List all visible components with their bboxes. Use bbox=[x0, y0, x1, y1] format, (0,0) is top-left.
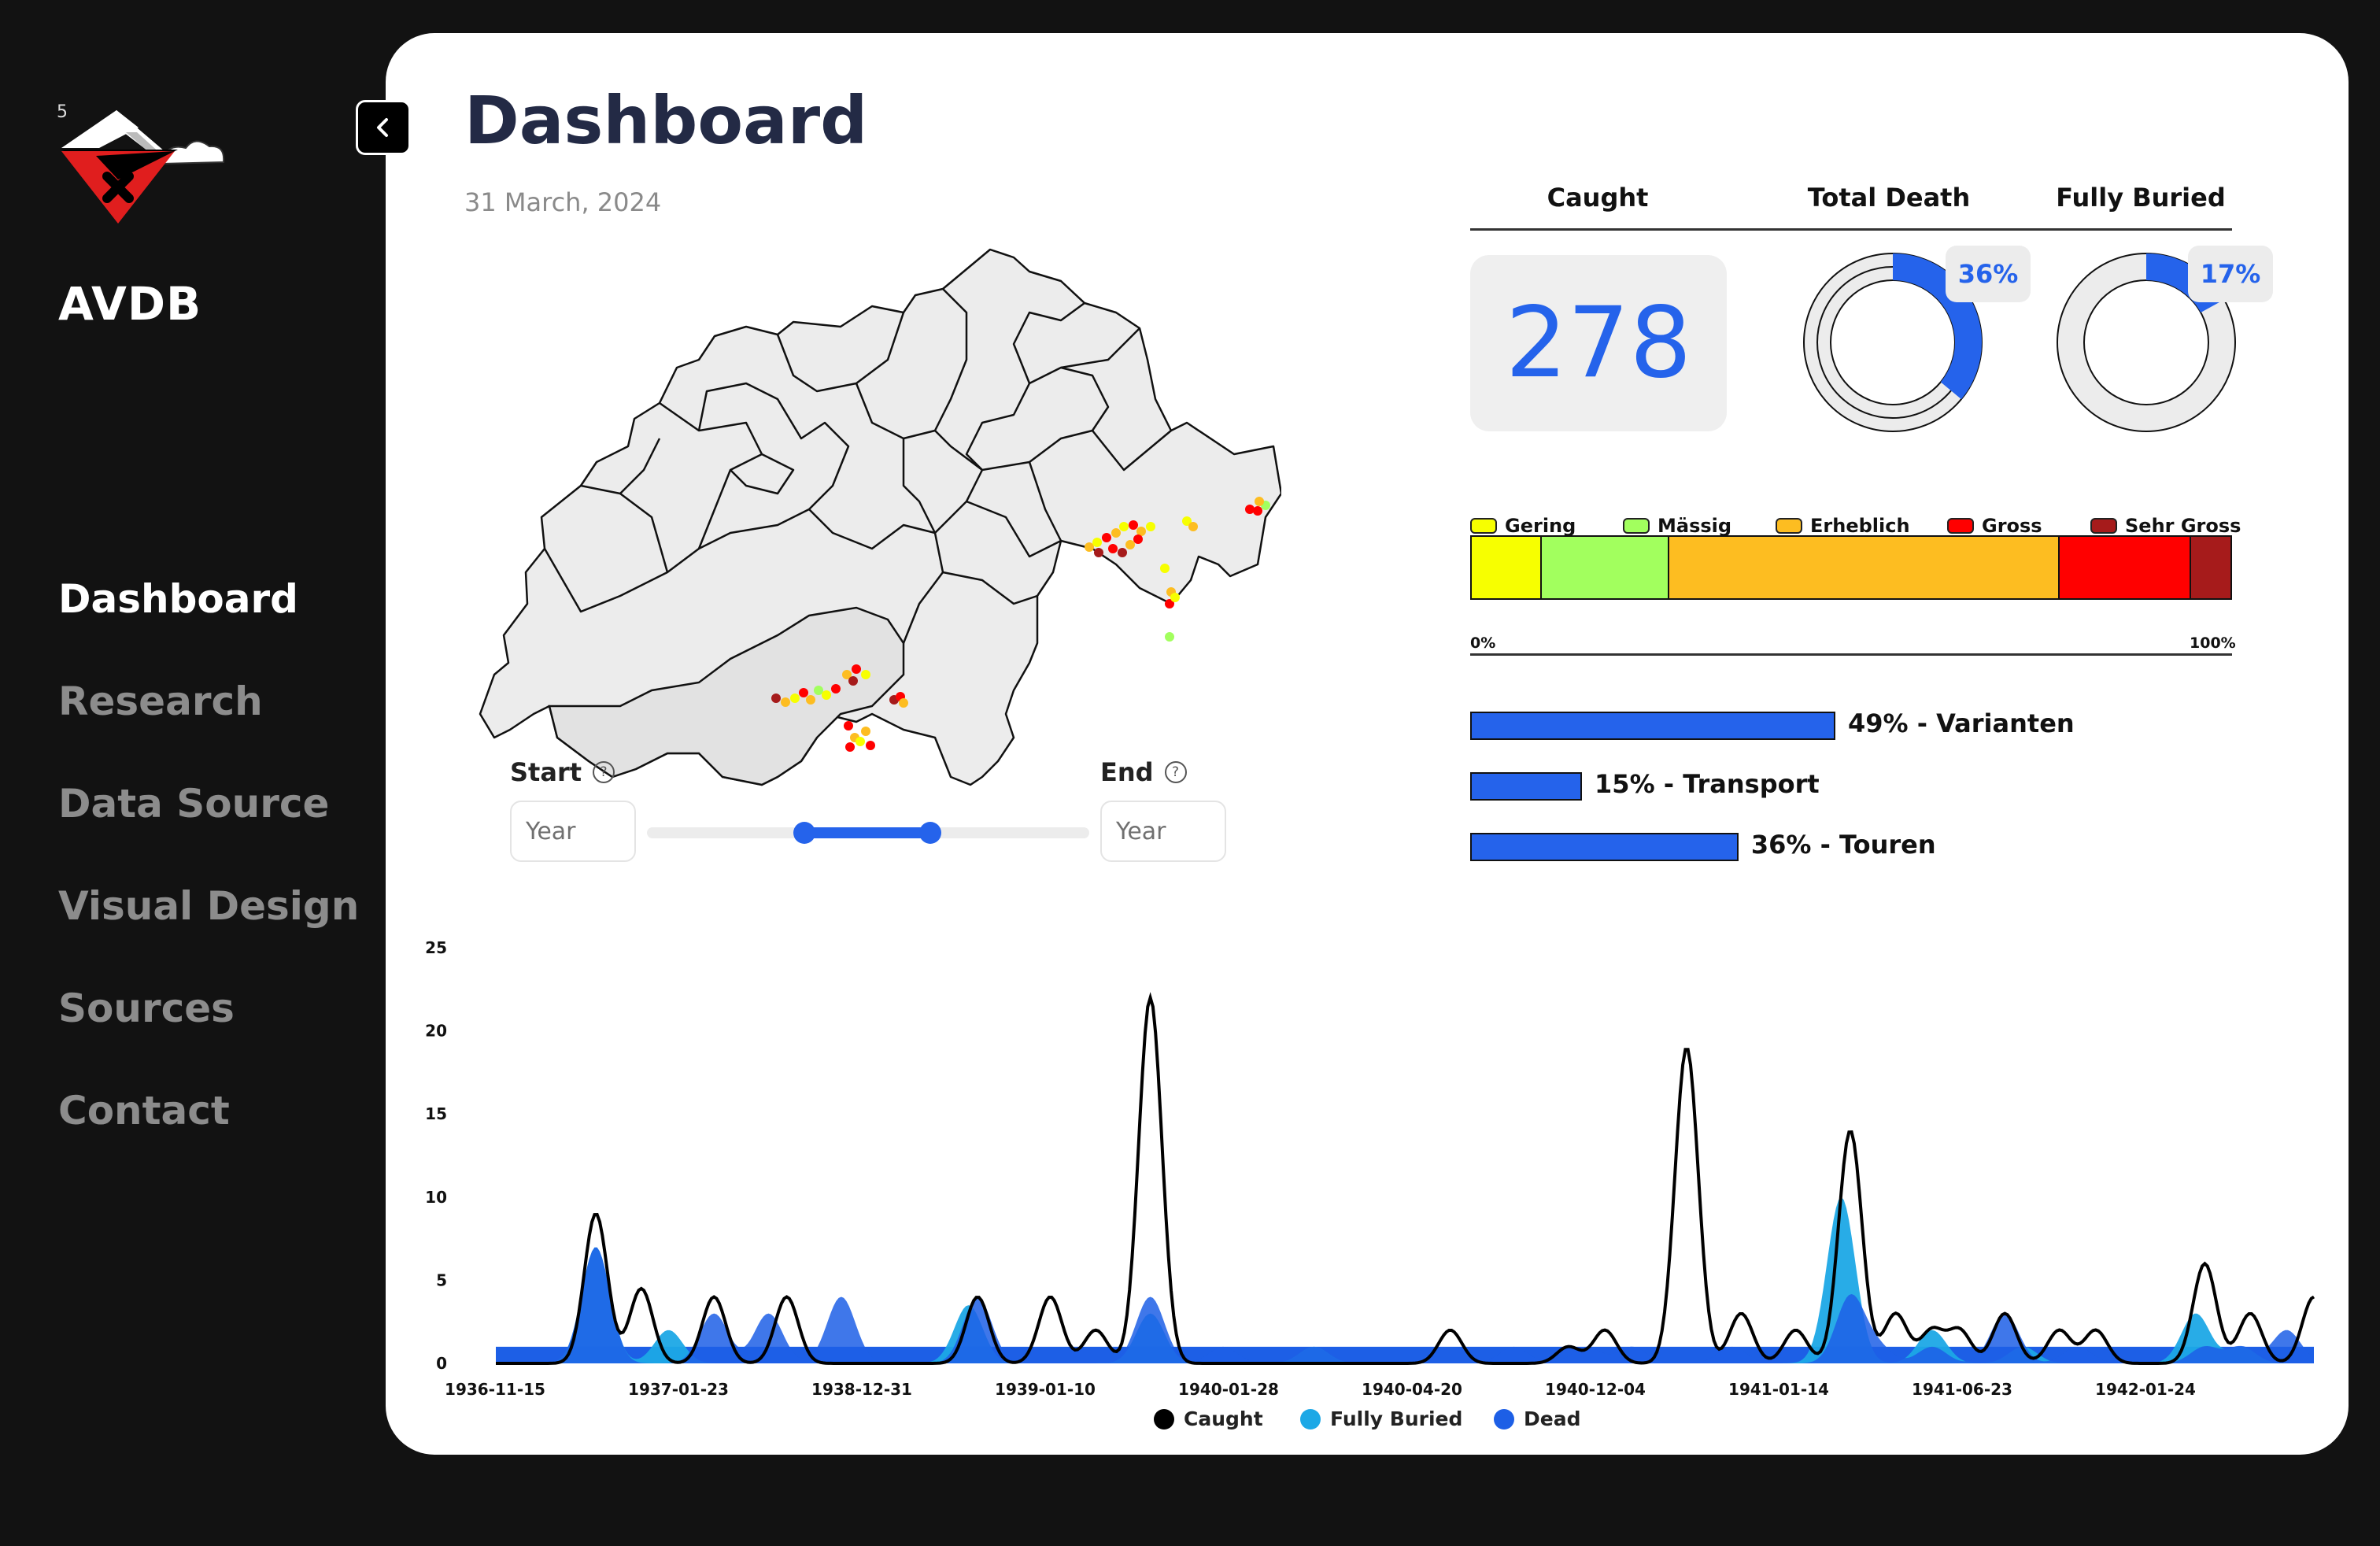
activity-label-transport: 15% - Transport bbox=[1595, 769, 1820, 799]
sidebar-item-visual-design[interactable]: Visual Design bbox=[58, 878, 359, 981]
series-line-caught bbox=[496, 992, 2315, 1365]
page-title: Dashboard bbox=[464, 82, 868, 159]
danger-segment-erheblich bbox=[1669, 537, 2060, 598]
y-tick-label: 25 bbox=[425, 938, 447, 957]
total-death-heading: Total Death bbox=[1807, 183, 1971, 213]
sidebar-item-research[interactable]: Research bbox=[58, 674, 359, 776]
chevron-left-icon bbox=[377, 118, 388, 137]
x-tick-label: 1940-01-28 bbox=[1178, 1380, 1279, 1399]
activity-label-varianten: 49% - Varianten bbox=[1848, 708, 2075, 738]
activity-bar-varianten bbox=[1470, 712, 1835, 740]
sidebar-item-sources[interactable]: Sources bbox=[58, 981, 359, 1083]
collapse-sidebar-button[interactable] bbox=[356, 100, 411, 155]
legend-erheblich: Erheblich bbox=[1776, 515, 1910, 537]
x-tick-label: 1940-04-20 bbox=[1362, 1380, 1462, 1399]
danger-axis-min: 0% bbox=[1470, 634, 1496, 652]
sidebar-item-data-source[interactable]: Data Source bbox=[58, 776, 359, 878]
legend-label-erheblich: Erheblich bbox=[1810, 515, 1910, 537]
legend-maessig: Mässig bbox=[1623, 515, 1731, 537]
legend-sehr-gross: Sehr Gross bbox=[2090, 515, 2241, 537]
danger-axis bbox=[1470, 653, 2232, 656]
legend-label-gering: Gering bbox=[1505, 515, 1576, 537]
year-range-fill bbox=[804, 827, 930, 838]
swatch-gross bbox=[1947, 518, 1974, 534]
activity-bar-transport bbox=[1470, 772, 1583, 801]
danger-segment-gross bbox=[2060, 537, 2191, 598]
swatch-sehr-gross bbox=[2090, 518, 2117, 534]
legend-label-maessig: Mässig bbox=[1658, 515, 1732, 537]
fully-buried-heading: Fully Buried bbox=[2056, 183, 2226, 213]
stats-divider bbox=[1470, 228, 2232, 231]
swatch-maessig bbox=[1623, 518, 1650, 534]
legend-label-fully-buried: Fully Buried bbox=[1330, 1407, 1463, 1430]
y-tick-label: 20 bbox=[425, 1022, 447, 1041]
legend-caught: Caught bbox=[1154, 1407, 1263, 1430]
legend-label-sehr-gross: Sehr Gross bbox=[2125, 515, 2241, 537]
end-label-text: End bbox=[1100, 757, 1154, 787]
x-tick-label: 1939-01-10 bbox=[995, 1380, 1096, 1399]
x-tick-label: 1937-01-23 bbox=[628, 1380, 729, 1399]
avdb-logo bbox=[61, 110, 225, 224]
legend-dot-dead bbox=[1494, 1408, 1514, 1429]
activity-bar-touren bbox=[1470, 833, 1739, 861]
x-tick-label: 1941-06-23 bbox=[1912, 1380, 2012, 1399]
help-icon[interactable]: ? bbox=[1164, 761, 1187, 783]
legend-dot-fully-buried bbox=[1300, 1408, 1321, 1429]
range-start-handle[interactable] bbox=[793, 822, 815, 844]
x-tick-label: 1940-12-04 bbox=[1545, 1380, 1646, 1399]
legend-fully-buried: Fully Buried bbox=[1300, 1407, 1462, 1430]
caught-heading: Caught bbox=[1547, 183, 1649, 213]
x-tick-label: 1942-01-24 bbox=[2095, 1380, 2196, 1399]
danger-axis-max: 100% bbox=[2190, 634, 2236, 652]
page-date: 31 March, 2024 bbox=[464, 187, 662, 217]
legend-label-dead: Dead bbox=[1524, 1407, 1581, 1430]
brand-name: AVDB bbox=[58, 277, 202, 331]
end-year-input[interactable] bbox=[1100, 801, 1226, 862]
caught-count: 278 bbox=[1470, 255, 1727, 431]
end-label: End ? bbox=[1100, 757, 1187, 787]
y-tick-label: 0 bbox=[436, 1354, 447, 1373]
switzerland-map[interactable] bbox=[463, 234, 1281, 801]
sidebar-item-dashboard[interactable]: Dashboard bbox=[58, 571, 359, 674]
legend-label-caught: Caught bbox=[1184, 1407, 1263, 1430]
sidebar-nav: Dashboard Research Data Source Visual De… bbox=[58, 571, 359, 1185]
y-tick-label: 10 bbox=[425, 1188, 447, 1207]
legend-gering: Gering bbox=[1470, 515, 1576, 537]
swatch-gering bbox=[1470, 518, 1497, 534]
legend-dot-caught bbox=[1154, 1408, 1174, 1429]
start-label: Start ? bbox=[510, 757, 615, 787]
danger-segment-mässig bbox=[1541, 537, 1669, 598]
x-tick-label: 1936-11-15 bbox=[445, 1380, 545, 1399]
activity-label-touren: 36% - Touren bbox=[1750, 830, 1936, 860]
y-tick-label: 5 bbox=[436, 1270, 447, 1289]
danger-segment-sehr-gross bbox=[2190, 537, 2230, 598]
start-year-input[interactable] bbox=[510, 801, 636, 862]
help-icon[interactable]: ? bbox=[593, 761, 615, 783]
legend-dead: Dead bbox=[1494, 1407, 1580, 1430]
total-death-percent: 36% bbox=[1946, 246, 2031, 302]
legend-label-gross: Gross bbox=[1982, 515, 2042, 537]
x-tick-label: 1941-01-14 bbox=[1728, 1380, 1829, 1399]
legend-gross: Gross bbox=[1947, 515, 2042, 537]
start-label-text: Start bbox=[510, 757, 582, 787]
time-series-chart: 0 5 10 15 20 25 1936-11-15 1937-01-23 1938-12-31… bbox=[425, 938, 2315, 1399]
danger-level-bar bbox=[1470, 535, 2232, 600]
x-tick-label: 1938-12-31 bbox=[811, 1380, 912, 1399]
sidebar-item-contact[interactable]: Contact bbox=[58, 1083, 359, 1185]
y-tick-label: 15 bbox=[425, 1104, 447, 1123]
range-end-handle[interactable] bbox=[919, 822, 941, 844]
dashboard-card: Dashboard 31 March, 2024 Start ? End ? Y… bbox=[386, 33, 2349, 1455]
fully-buried-percent: 17% bbox=[2188, 246, 2273, 302]
swatch-erheblich bbox=[1776, 518, 1802, 534]
danger-segment-gering bbox=[1472, 537, 1542, 598]
